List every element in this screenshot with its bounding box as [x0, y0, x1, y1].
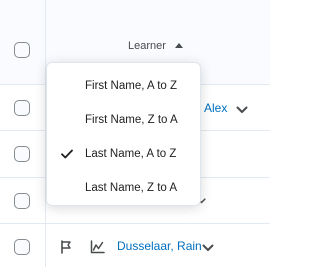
- sort-option-first-name-a-z[interactable]: First Name, A to Z: [47, 69, 200, 103]
- chevron-down-icon[interactable]: [202, 244, 214, 252]
- checkmark-icon: [61, 149, 73, 159]
- sort-option-label: Last Name, Z to A: [85, 182, 178, 194]
- flag-icon[interactable]: [60, 240, 72, 254]
- sort-option-last-name-z-a[interactable]: Last Name, Z to A: [47, 171, 200, 205]
- learner-name-link[interactable]: Dusselaar, Rain: [117, 239, 202, 253]
- row-checkbox[interactable]: [14, 239, 30, 255]
- sort-menu: First Name, A to Z First Name, Z to A La…: [46, 62, 201, 206]
- sort-option-label: First Name, A to Z: [85, 80, 178, 92]
- learner-name-link[interactable]: Alex: [204, 101, 227, 115]
- row-checkbox[interactable]: [14, 193, 30, 209]
- row-checkbox[interactable]: [14, 100, 30, 116]
- sort-option-label: Last Name, A to Z: [85, 148, 177, 160]
- sort-option-last-name-a-z[interactable]: Last Name, A to Z: [47, 137, 200, 171]
- sort-option-label: First Name, Z to A: [85, 114, 178, 126]
- sort-ascending-icon: [174, 43, 183, 48]
- sort-option-first-name-z-a[interactable]: First Name, Z to A: [47, 103, 200, 137]
- chevron-down-icon[interactable]: [236, 106, 248, 114]
- select-all-checkbox[interactable]: [14, 42, 30, 58]
- learner-column-header[interactable]: Learner: [128, 40, 183, 52]
- learner-column-label: Learner: [128, 40, 166, 52]
- row-checkbox[interactable]: [14, 146, 30, 162]
- learner-grid: Learner Alex Dusselaar, Rain First Name,…: [0, 0, 270, 267]
- line-chart-icon[interactable]: [90, 240, 105, 254]
- row-divider: [0, 223, 270, 224]
